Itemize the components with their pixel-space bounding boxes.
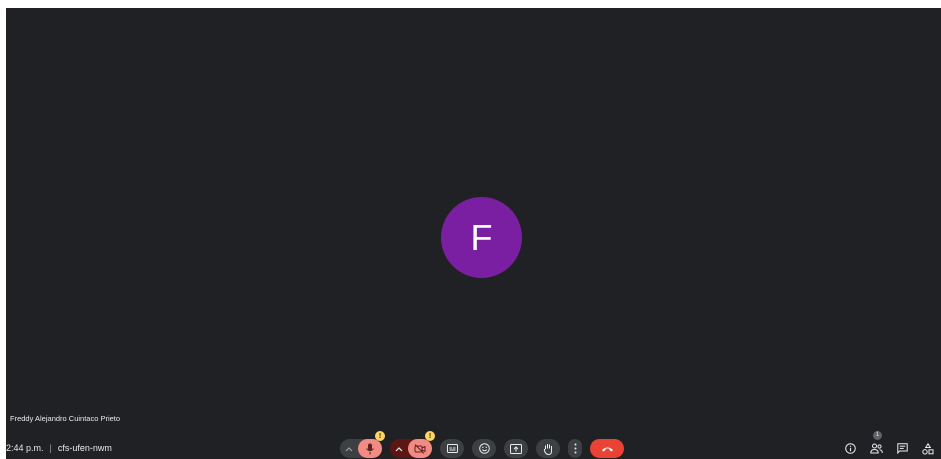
meeting-details-button[interactable] (843, 442, 857, 456)
meeting-time: 2:44 p.m. (6, 442, 44, 453)
people-count-badge: 1 (873, 430, 882, 440)
present-screen-icon (510, 443, 522, 454)
call-controls: ! ! (340, 431, 624, 458)
meeting-info-separator: | (49, 442, 52, 453)
camera-toggle-button[interactable]: ! (408, 431, 435, 458)
present-screen-button[interactable] (504, 439, 528, 458)
raise-hand-button[interactable] (536, 439, 560, 458)
activities-icon (922, 442, 934, 455)
camera-control-group: ! (390, 431, 435, 458)
chevron-up-icon (395, 446, 403, 451)
participant-name: Freddy Alejandro Cuintaco Prieto (10, 414, 121, 423)
captions-icon (446, 444, 458, 453)
chat-button[interactable] (895, 442, 909, 456)
bottom-bar: 2:44 p.m. | cfs-ufen-nwm ! ! 1 (6, 430, 941, 459)
audio-options-button[interactable] (340, 439, 358, 458)
participant-initial: F (470, 216, 493, 258)
side-panel-controls: 1 (831, 430, 935, 459)
meeting-stage: F Freddy Alejandro Cuintaco Prieto 2:44 … (6, 8, 941, 459)
meeting-info: 2:44 p.m. | cfs-ufen-nwm (6, 436, 112, 459)
mic-toggle-button[interactable]: ! (358, 431, 385, 458)
phone-hangup-icon (601, 447, 613, 451)
people-icon (869, 443, 883, 454)
mic-warning-badge: ! (375, 431, 385, 441)
hand-icon (543, 443, 552, 455)
camera-warning-badge: ! (425, 431, 435, 441)
meeting-code: cfs-ufen-nwm (57, 442, 112, 453)
chevron-up-icon (345, 446, 353, 451)
more-options-icon (574, 443, 576, 454)
captions-button[interactable] (440, 439, 464, 458)
leave-call-button[interactable] (590, 439, 624, 458)
camera-off-icon (414, 443, 426, 454)
participant-avatar: F (441, 197, 522, 278)
chat-icon (896, 443, 908, 454)
activities-button[interactable] (921, 442, 935, 456)
info-icon (844, 443, 856, 454)
video-options-button[interactable] (390, 439, 408, 458)
more-options-button[interactable] (568, 439, 582, 458)
mic-control-group: ! (340, 431, 385, 458)
emoji-icon (478, 443, 490, 454)
reactions-button[interactable] (472, 439, 496, 458)
people-button[interactable]: 1 (869, 430, 883, 456)
mic-icon (366, 443, 374, 454)
